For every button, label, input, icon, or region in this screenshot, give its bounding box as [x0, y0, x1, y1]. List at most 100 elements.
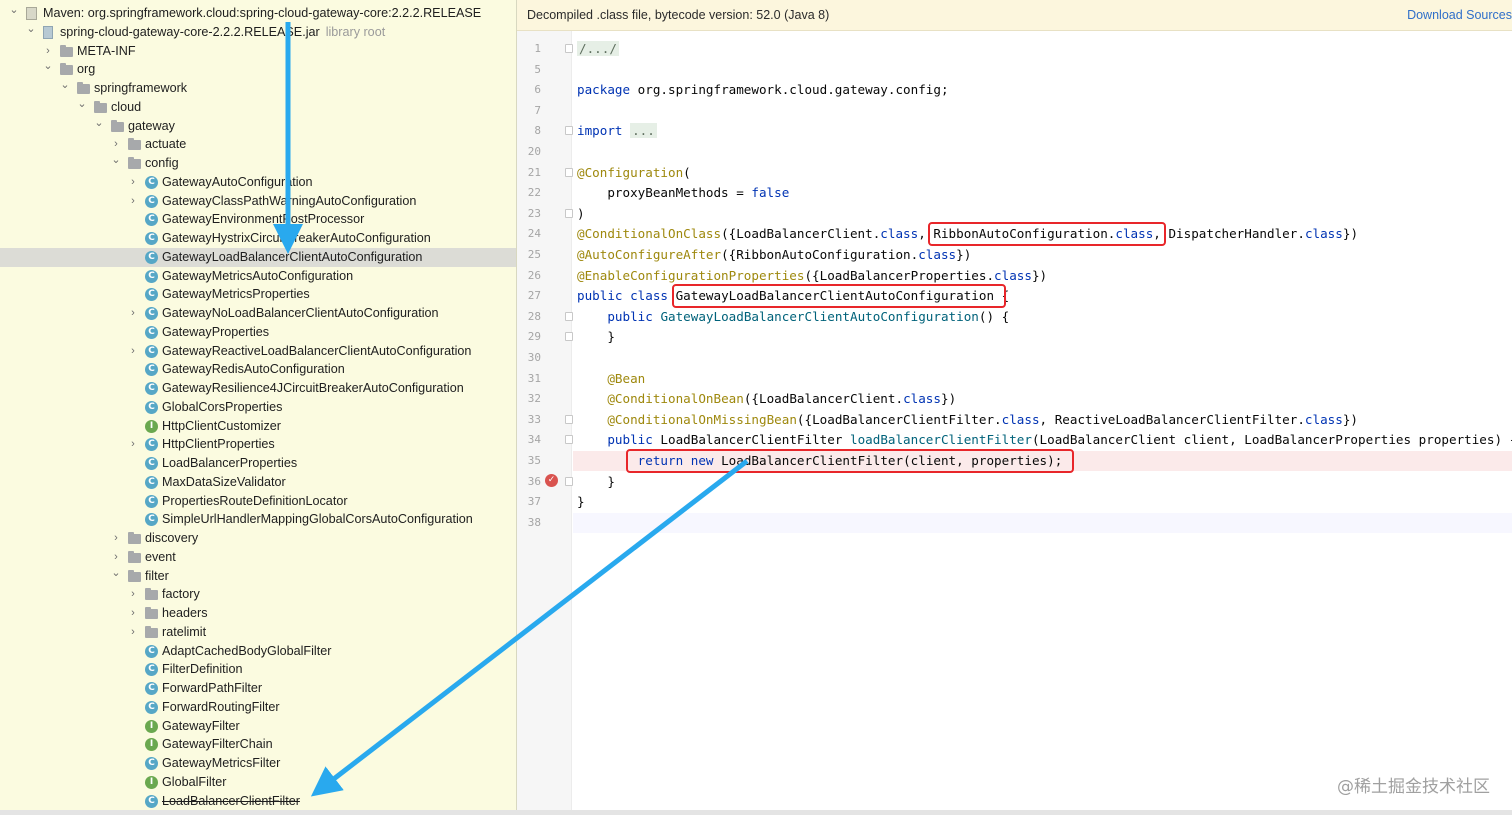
code-line[interactable]: /.../ [577, 39, 619, 59]
tree-node[interactable]: C GatewayEnvironmentPostProcessor [0, 210, 516, 229]
code-line[interactable]: @ConditionalOnMissingBean({LoadBalancerC… [577, 410, 1358, 430]
code-area[interactable]: /.../ package org.springframework.cloud.g… [573, 31, 1512, 815]
tree-node[interactable]: C GatewayMetricsProperties [0, 285, 516, 304]
tree-node[interactable]: › event [0, 548, 516, 567]
tree-node[interactable]: › C GatewayAutoConfiguration [0, 173, 516, 192]
chevron-down-icon[interactable]: ⌄ [25, 20, 37, 39]
code-token: }) [1342, 411, 1359, 427]
line-gutter[interactable]: ✓ 1 5 6 7 8 20 21 22 23 24 25 26 27 28 29 30 31 32 33 34 35 3… [517, 31, 573, 815]
tree-node[interactable]: C GatewayMetricsAutoConfiguration [0, 267, 516, 286]
fold-marker-icon[interactable] [565, 208, 573, 218]
chevron-right-icon[interactable]: › [110, 529, 122, 548]
tree-node[interactable]: ⌄ org [0, 57, 516, 79]
tree-node[interactable]: C LoadBalancerClientFilter [0, 792, 516, 811]
fold-marker-icon[interactable] [565, 332, 573, 342]
tree-node[interactable]: C PropertiesRouteDefinitionLocator [0, 492, 516, 511]
class-icon: C [145, 400, 158, 414]
tree-node[interactable]: › C HttpClientProperties [0, 435, 516, 454]
tree-node[interactable]: C GatewayProperties [0, 323, 516, 342]
chevron-right-icon[interactable]: › [127, 173, 139, 192]
chevron-right-icon[interactable]: › [127, 435, 139, 454]
code-line[interactable]: @Configuration( [577, 163, 691, 183]
tree-node[interactable]: C ForwardPathFilter [0, 679, 516, 698]
code-line[interactable]: } [577, 472, 615, 492]
code-line[interactable]: @Bean [577, 369, 645, 389]
tree-node[interactable]: C GatewayRedisAutoConfiguration [0, 360, 516, 379]
tree-node[interactable]: C GlobalCorsProperties [0, 398, 516, 417]
tree-node-label: GatewayHystrixCircuitBreakerAutoConfigur… [162, 231, 431, 245]
chevron-down-icon[interactable]: ⌄ [76, 95, 88, 114]
tree-node[interactable]: › META-INF [0, 42, 516, 61]
chevron-right-icon[interactable]: › [127, 192, 139, 211]
code-line[interactable]: } [577, 327, 615, 347]
code-line[interactable]: proxyBeanMethods = false [577, 183, 789, 203]
chevron-right-icon[interactable]: › [127, 585, 139, 604]
tree-node[interactable]: › factory [0, 585, 516, 604]
tree-node[interactable]: C AdaptCachedBodyGlobalFilter [0, 642, 516, 661]
tree-node[interactable]: C ForwardRoutingFilter [0, 698, 516, 717]
tree-node[interactable]: C GatewayHystrixCircuitBreakerAutoConfigu… [0, 229, 516, 248]
code-token: false [751, 185, 790, 201]
code-line[interactable]: public LoadBalancerClientFilter loadBala… [577, 430, 1512, 450]
tree-node[interactable]: ⌄ cloud [0, 95, 516, 117]
tree-node[interactable]: ⌄ spring-cloud-gateway-core-2.2.2.RELEASE… [0, 20, 516, 42]
tree-node[interactable]: ⌄ filter [0, 564, 516, 586]
tree-node[interactable]: C FilterDefinition [0, 660, 516, 679]
tree-node-label: cloud [111, 99, 142, 114]
tree-node[interactable]: › discovery [0, 529, 516, 548]
tree-node[interactable]: C GatewayLoadBalancerClientAutoConfigurat… [0, 247, 516, 267]
chevron-down-icon[interactable]: ⌄ [59, 76, 71, 95]
fold-marker-icon[interactable] [565, 435, 573, 445]
code-line[interactable]: import ... [577, 121, 657, 141]
tree-node[interactable]: I GlobalFilter [0, 773, 516, 792]
tree-node[interactable]: I GatewayFilter [0, 717, 516, 736]
tree-node[interactable]: ⌄ gateway [0, 114, 516, 136]
code-line[interactable]: package org.springframework.cloud.gatewa… [577, 80, 949, 100]
code-line[interactable]: @ConditionalOnBean({LoadBalancerClient.c… [577, 389, 956, 409]
code-token: @AutoConfigureAfter [577, 247, 722, 262]
tree-node[interactable]: C GatewayResilience4JCircuitBreakerAutoCo… [0, 379, 516, 398]
tree-node[interactable]: › ratelimit [0, 623, 516, 642]
fold-marker-icon[interactable] [565, 44, 573, 53]
tree-node[interactable]: › C GatewayNoLoadBalancerClientAutoConfigu… [0, 304, 516, 323]
tree-node[interactable]: C MaxDataSizeValidator [0, 473, 516, 492]
tree-node[interactable]: I HttpClientCustomizer [0, 417, 516, 436]
chevron-down-icon[interactable]: ⌄ [110, 151, 122, 170]
breakpoint-icon[interactable]: ✓ [545, 474, 558, 487]
tree-node[interactable]: › C GatewayClassPathWarningAutoConfigurati… [0, 192, 516, 211]
chevron-right-icon[interactable]: › [127, 342, 139, 361]
code-line[interactable]: ) [577, 204, 585, 224]
tree-node[interactable]: › headers [0, 604, 516, 623]
fold-marker-icon[interactable] [565, 476, 573, 486]
code-line[interactable]: @AutoConfigureAfter({RibbonAutoConfigura… [577, 245, 971, 265]
tree-node[interactable]: C LoadBalancerProperties [0, 454, 516, 473]
tree-node[interactable]: C SimpleUrlHandlerMappingGlobalCorsAutoCo… [0, 510, 516, 529]
download-sources-link[interactable]: Download Sources [1407, 0, 1512, 31]
tree-node[interactable]: I GatewayFilterChain [0, 735, 516, 754]
tree-node[interactable]: C GatewayMetricsFilter [0, 754, 516, 773]
code-line[interactable]: } [577, 492, 585, 512]
tree-node-label: AdaptCachedBodyGlobalFilter [162, 643, 332, 658]
code-token: @ConditionalOnClass [577, 226, 722, 242]
class-icon: C [145, 513, 158, 527]
fold-marker-icon[interactable] [565, 414, 573, 424]
chevron-down-icon[interactable]: ⌄ [93, 114, 105, 133]
tree-node[interactable]: › C GatewayReactiveLoadBalancerClientAutoC… [0, 342, 516, 361]
fold-marker-icon[interactable] [565, 167, 573, 177]
code-line[interactable]: @EnableConfigurationProperties({LoadBala… [577, 266, 1047, 286]
tree-node[interactable]: ⌄ config [0, 151, 516, 173]
code-token: ( [683, 164, 691, 180]
line-number: 7 [534, 103, 541, 117]
chevron-down-icon[interactable]: ⌄ [42, 57, 54, 76]
tree-node[interactable]: ⌄ Maven: org.springframework.cloud:spring… [0, 1, 516, 23]
chevron-down-icon[interactable]: ⌄ [8, 1, 20, 20]
chevron-right-icon[interactable]: › [127, 604, 139, 623]
fold-marker-icon[interactable] [565, 311, 573, 321]
chevron-right-icon[interactable]: › [127, 304, 139, 323]
code-line[interactable]: public GatewayLoadBalancerClientAutoConf… [577, 307, 1009, 327]
fold-marker-icon[interactable] [565, 126, 573, 136]
tree-node[interactable]: › actuate [0, 135, 516, 154]
chevron-right-icon[interactable]: › [127, 623, 139, 642]
chevron-down-icon[interactable]: ⌄ [110, 564, 122, 583]
